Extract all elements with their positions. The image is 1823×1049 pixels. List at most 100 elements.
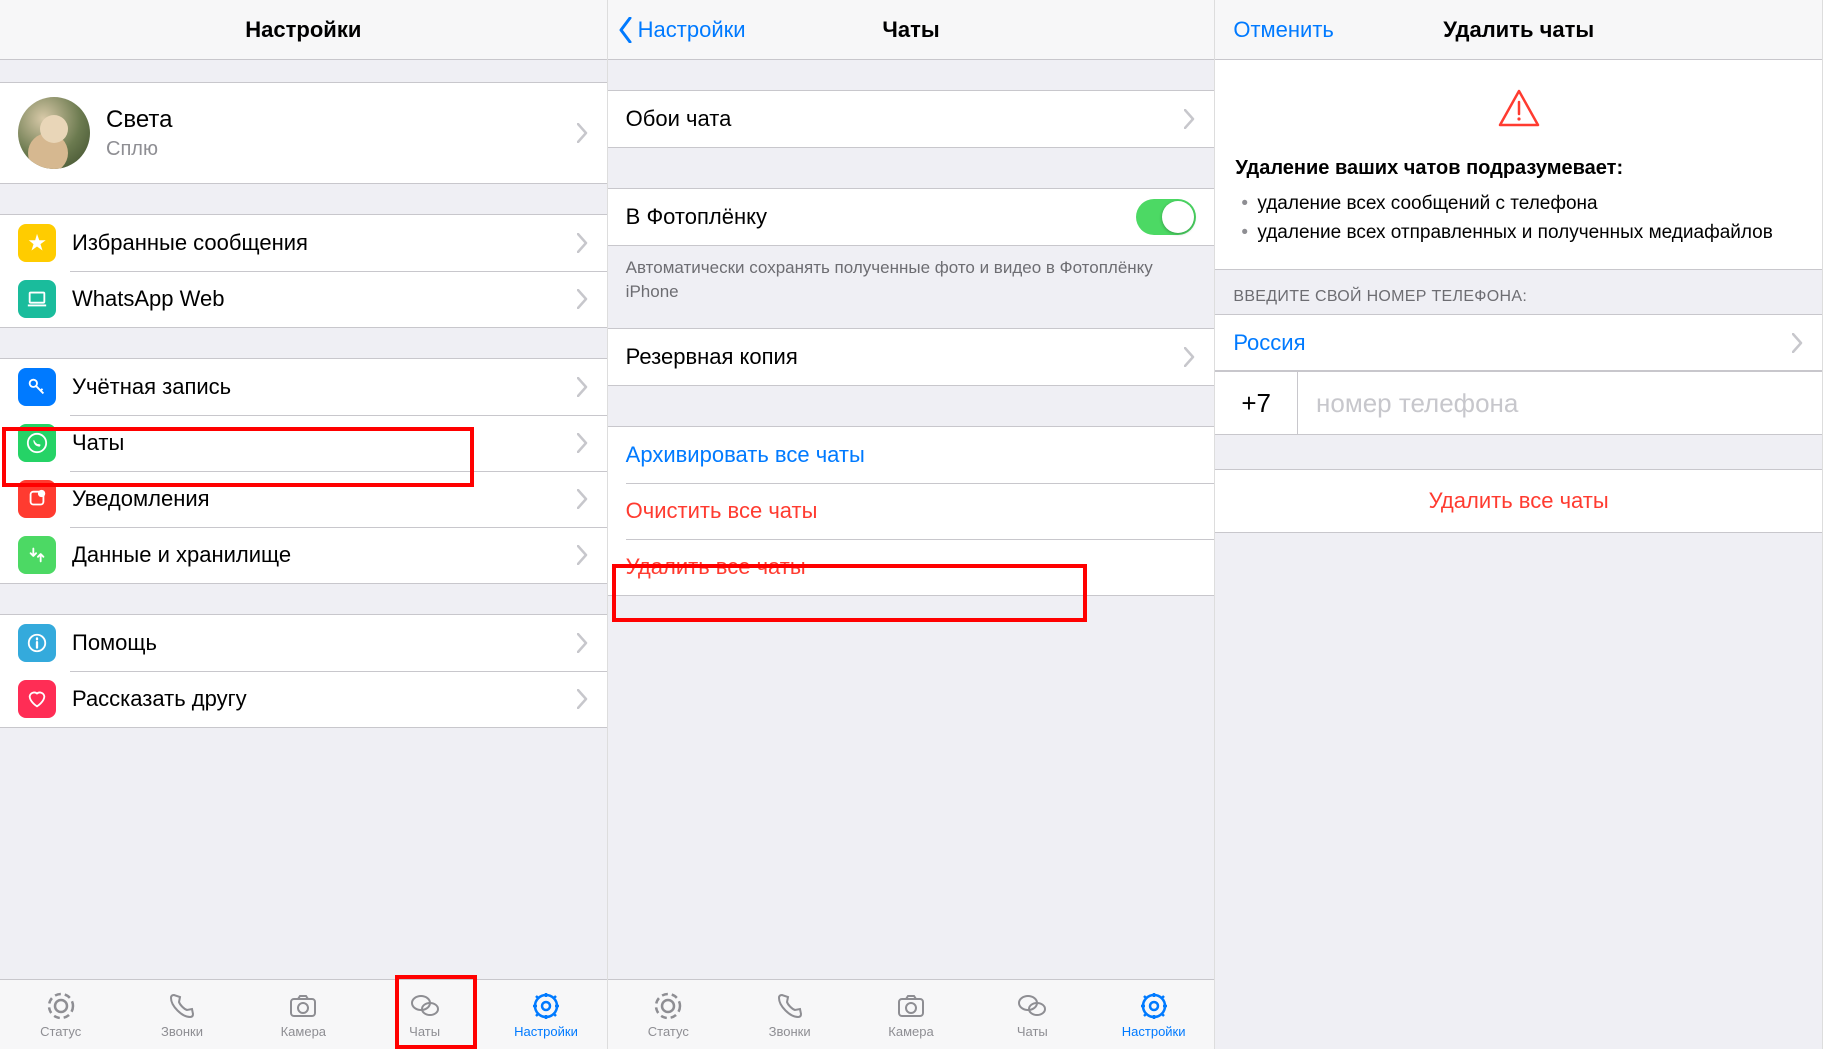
chevron-right-icon bbox=[577, 689, 589, 709]
warning-item: удаление всех сообщений с телефона bbox=[1241, 190, 1796, 219]
row-label: В Фотоплёнку bbox=[626, 204, 1137, 230]
nav-title: Чаты bbox=[882, 17, 939, 43]
chevron-right-icon bbox=[577, 233, 589, 253]
data-arrows-icon bbox=[18, 536, 56, 574]
row-chat-wallpaper[interactable]: Обои чата bbox=[608, 91, 1215, 147]
row-label: Удалить все чаты bbox=[626, 554, 1197, 580]
chevron-right-icon bbox=[577, 377, 589, 397]
row-label: Учётная запись bbox=[72, 374, 577, 400]
row-label: Помощь bbox=[72, 630, 577, 656]
tab-status[interactable]: Статус bbox=[21, 990, 101, 1039]
chevron-right-icon bbox=[577, 289, 589, 309]
row-label: Рассказать другу bbox=[72, 686, 577, 712]
chevron-right-icon bbox=[1792, 333, 1804, 353]
tab-settings[interactable]: Настройки bbox=[506, 990, 586, 1039]
cancel-button[interactable]: Отменить bbox=[1233, 17, 1334, 43]
chevron-right-icon bbox=[577, 489, 589, 509]
tab-label: Чаты bbox=[1017, 1024, 1048, 1039]
nav-title: Настройки bbox=[245, 17, 361, 43]
row-country[interactable]: Россия bbox=[1215, 315, 1822, 371]
tab-calls[interactable]: Звонки bbox=[750, 990, 830, 1039]
tab-status[interactable]: Статус bbox=[628, 990, 708, 1039]
notifications-icon bbox=[18, 480, 56, 518]
row-label: Избранные сообщения bbox=[72, 230, 577, 256]
row-delete-all-chats[interactable]: Удалить все чаты bbox=[608, 539, 1215, 595]
profile-status: Сплю bbox=[106, 138, 577, 161]
tab-label: Чаты bbox=[409, 1024, 440, 1039]
switch-camera-roll[interactable] bbox=[1136, 199, 1196, 235]
info-icon bbox=[18, 624, 56, 662]
phone-row: +7 bbox=[1215, 371, 1822, 435]
row-chats[interactable]: Чаты bbox=[0, 415, 607, 471]
navbar: Настройки bbox=[0, 0, 607, 60]
phone-input[interactable] bbox=[1298, 372, 1822, 434]
row-data-storage[interactable]: Данные и хранилище bbox=[0, 527, 607, 583]
avatar bbox=[18, 97, 90, 169]
tab-chats[interactable]: Чаты bbox=[385, 990, 465, 1039]
chevron-right-icon bbox=[577, 123, 589, 143]
delete-all-chats-button[interactable]: Удалить все чаты bbox=[1215, 469, 1822, 533]
tab-label: Звонки bbox=[161, 1024, 203, 1039]
profile-row[interactable]: Света Сплю bbox=[0, 82, 607, 184]
tabbar: Статус Звонки Камера Чаты Настройки bbox=[608, 979, 1215, 1049]
warning-icon bbox=[1215, 60, 1822, 143]
tab-camera[interactable]: Камера bbox=[871, 990, 951, 1039]
row-save-to-camera-roll[interactable]: В Фотоплёнку bbox=[608, 189, 1215, 245]
row-label: Данные и хранилище bbox=[72, 542, 577, 568]
chevron-right-icon bbox=[1184, 347, 1196, 367]
chevron-right-icon bbox=[1184, 109, 1196, 129]
delete-chats-screen: Отменить Удалить чаты Удаление ваших чат… bbox=[1215, 0, 1823, 1049]
heart-icon bbox=[18, 680, 56, 718]
camera-roll-footer: Автоматически сохранять полученные фото … bbox=[608, 246, 1215, 314]
warning-heading: Удаление ваших чатов подразумевает: bbox=[1215, 143, 1822, 190]
row-backup[interactable]: Резервная копия bbox=[608, 329, 1215, 385]
star-icon bbox=[18, 224, 56, 262]
whatsapp-icon bbox=[18, 424, 56, 462]
navbar: Отменить Удалить чаты bbox=[1215, 0, 1822, 60]
row-archive-all-chats[interactable]: Архивировать все чаты bbox=[608, 427, 1215, 483]
chevron-right-icon bbox=[577, 433, 589, 453]
laptop-icon bbox=[18, 280, 56, 318]
row-whatsapp-web[interactable]: WhatsApp Web bbox=[0, 271, 607, 327]
row-clear-all-chats[interactable]: Очистить все чаты bbox=[608, 483, 1215, 539]
warning-item: удаление всех отправленных и полученных … bbox=[1241, 219, 1796, 248]
tab-chats[interactable]: Чаты bbox=[992, 990, 1072, 1039]
tab-settings[interactable]: Настройки bbox=[1114, 990, 1194, 1039]
back-label: Настройки bbox=[638, 17, 746, 43]
tab-label: Камера bbox=[888, 1024, 933, 1039]
settings-screen: Настройки Света Сплю Избранные сообщения… bbox=[0, 0, 608, 1049]
row-label: Архивировать все чаты bbox=[626, 442, 1197, 468]
chevron-right-icon bbox=[577, 545, 589, 565]
navbar: Настройки Чаты bbox=[608, 0, 1215, 60]
row-label: WhatsApp Web bbox=[72, 286, 577, 312]
row-label: Очистить все чаты bbox=[626, 498, 1197, 524]
row-account[interactable]: Учётная запись bbox=[0, 359, 607, 415]
row-help[interactable]: Помощь bbox=[0, 615, 607, 671]
row-label: Обои чата bbox=[626, 106, 1185, 132]
tab-label: Камера bbox=[281, 1024, 326, 1039]
chats-settings-screen: Настройки Чаты Обои чата В Фотоплёнку Ав… bbox=[608, 0, 1216, 1049]
country-label: Россия bbox=[1233, 330, 1792, 356]
row-tell-a-friend[interactable]: Рассказать другу bbox=[0, 671, 607, 727]
tab-camera[interactable]: Камера bbox=[263, 990, 343, 1039]
chevron-right-icon bbox=[577, 633, 589, 653]
row-label: Уведомления bbox=[72, 486, 577, 512]
row-notifications[interactable]: Уведомления bbox=[0, 471, 607, 527]
row-starred-messages[interactable]: Избранные сообщения bbox=[0, 215, 607, 271]
warning-list: удаление всех сообщений с телефона удале… bbox=[1215, 190, 1822, 269]
tab-label: Звонки bbox=[769, 1024, 811, 1039]
tab-calls[interactable]: Звонки bbox=[142, 990, 222, 1039]
tab-label: Статус bbox=[40, 1024, 81, 1039]
key-icon bbox=[18, 368, 56, 406]
tab-label: Статус bbox=[648, 1024, 689, 1039]
row-label: Резервная копия bbox=[626, 344, 1185, 370]
back-button[interactable]: Настройки bbox=[618, 17, 746, 43]
tabbar: Статус Звонки Камера Чаты Настройки bbox=[0, 979, 607, 1049]
tab-label: Настройки bbox=[1122, 1024, 1186, 1039]
row-label: Чаты bbox=[72, 430, 577, 456]
phone-prefix: +7 bbox=[1215, 372, 1298, 434]
tab-label: Настройки bbox=[514, 1024, 578, 1039]
nav-title: Удалить чаты bbox=[1443, 17, 1594, 43]
profile-name: Света bbox=[106, 106, 577, 134]
enter-phone-label: ВВЕДИТЕ СВОЙ НОМЕР ТЕЛЕФОНА: bbox=[1215, 270, 1822, 314]
